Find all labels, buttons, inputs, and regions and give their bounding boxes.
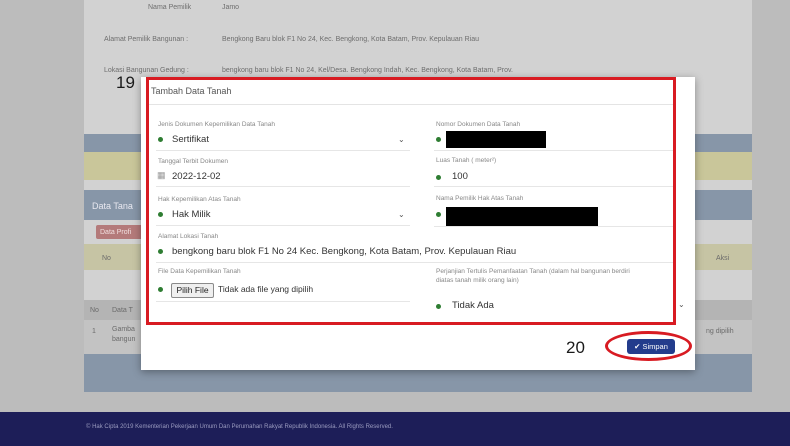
ownership-right-select[interactable]: Hak Milik	[172, 209, 211, 220]
bg-row-text-2: bangun	[112, 336, 136, 343]
location-address-underline	[156, 262, 674, 263]
owner-name-label: Nama Pemilik Hak Atas Tanah	[436, 195, 524, 202]
doc-type-select[interactable]: Sertifikat	[172, 134, 209, 145]
bg-col-aksi: Aksi	[716, 255, 730, 262]
bg-owner-name-value: Jamo	[221, 4, 240, 11]
area-status-dot	[436, 175, 441, 180]
bg-table-no: No	[90, 307, 99, 314]
owner-name-status-dot	[436, 212, 441, 217]
area-label: Luas Tanah ( meter²)	[436, 157, 497, 164]
chevron-down-icon[interactable]: ⌄	[398, 135, 405, 144]
modal-title: Tambah Data Tanah	[151, 86, 232, 96]
step-19-number: 19	[116, 73, 135, 92]
agreement-status-dot	[436, 304, 441, 309]
bg-location-row: Lokasi Bangunan Gedung : bengkong baru b…	[104, 67, 513, 74]
step-20-number: 20	[566, 338, 585, 357]
issue-date-label: Tanggal Terbit Dokumen	[158, 158, 228, 165]
ownership-right-label: Hak Kepemilikan Atas Tanah	[158, 196, 241, 203]
bg-owner-name-label: Nama Pemilik	[148, 4, 192, 11]
agreement-label-line-1: Perjanjian Tertulis Pemanfaatan Tanah (d…	[436, 268, 630, 275]
doc-number-label: Nomor Dokumen Data Tanah	[436, 121, 521, 128]
bg-pill-label: Data Profi	[100, 229, 132, 236]
ownership-right-status-dot	[158, 212, 163, 217]
location-address-input[interactable]: bengkong baru blok F1 No 24 Kec. Bengkon…	[172, 246, 516, 257]
file-status-text: Tidak ada file yang dipilih	[218, 284, 314, 294]
bg-row-number: 1	[92, 328, 96, 335]
area-underline	[434, 186, 674, 187]
bg-owner-address-row: Alamat Pemilik Bangunan : Bengkong Baru …	[104, 36, 479, 43]
bg-location-value: bengkong baru blok F1 No 24, Kel/Desa. B…	[221, 67, 513, 74]
bg-right-text: ng dipilih	[706, 328, 734, 335]
chevron-down-icon[interactable]: ⌄	[398, 210, 405, 219]
calendar-icon: ▦	[157, 170, 166, 180]
doc-type-status-dot	[158, 137, 163, 142]
area-input[interactable]: 100	[452, 171, 468, 182]
file-underline	[156, 301, 410, 302]
bg-owner-address-value: Bengkong Baru blok F1 No 24, Kec. Bengko…	[221, 36, 480, 43]
issue-date-underline	[156, 186, 410, 187]
bg-owner-name-row: Nama Pemilik Jamo	[104, 4, 239, 11]
bg-owner-address-label: Alamat Pemilik Bangunan :	[104, 36, 189, 43]
doc-number-status-dot	[436, 137, 441, 142]
file-label: File Data Kepemilikan Tanah	[158, 268, 241, 275]
doc-number-underline	[434, 150, 674, 151]
doc-type-underline	[156, 150, 410, 151]
agreement-select[interactable]: Tidak Ada	[452, 300, 494, 311]
doc-type-label: Jenis Dokumen Kepemilikan Data Tanah	[158, 121, 275, 128]
bg-col-no: No	[102, 255, 111, 262]
agreement-label-line-2: diatas tanah milik orang lain)	[436, 277, 519, 284]
issue-date-input[interactable]: 2022-12-02	[172, 171, 221, 182]
bg-footer-text: © Hak Cipta 2019 Kementerian Pekerjaan U…	[86, 424, 393, 430]
bg-section-label: Data Tana	[92, 201, 133, 211]
ownership-right-underline	[156, 225, 410, 226]
location-address-label: Alamat Lokasi Tanah	[158, 233, 219, 240]
bg-row-text-1: Gamba	[112, 326, 135, 333]
owner-name-field-redacted[interactable]	[446, 207, 598, 227]
location-address-status-dot	[158, 249, 163, 254]
file-status-dot	[158, 287, 163, 292]
modal-divider	[146, 104, 674, 105]
choose-file-button[interactable]: Pilih File	[171, 283, 214, 298]
bg-table-col: Data T	[112, 307, 133, 314]
doc-number-field-redacted[interactable]	[446, 131, 546, 148]
save-button[interactable]: ✔ Simpan	[627, 339, 675, 354]
chevron-down-icon[interactable]: ⌄	[678, 300, 685, 309]
owner-name-underline	[434, 226, 674, 227]
